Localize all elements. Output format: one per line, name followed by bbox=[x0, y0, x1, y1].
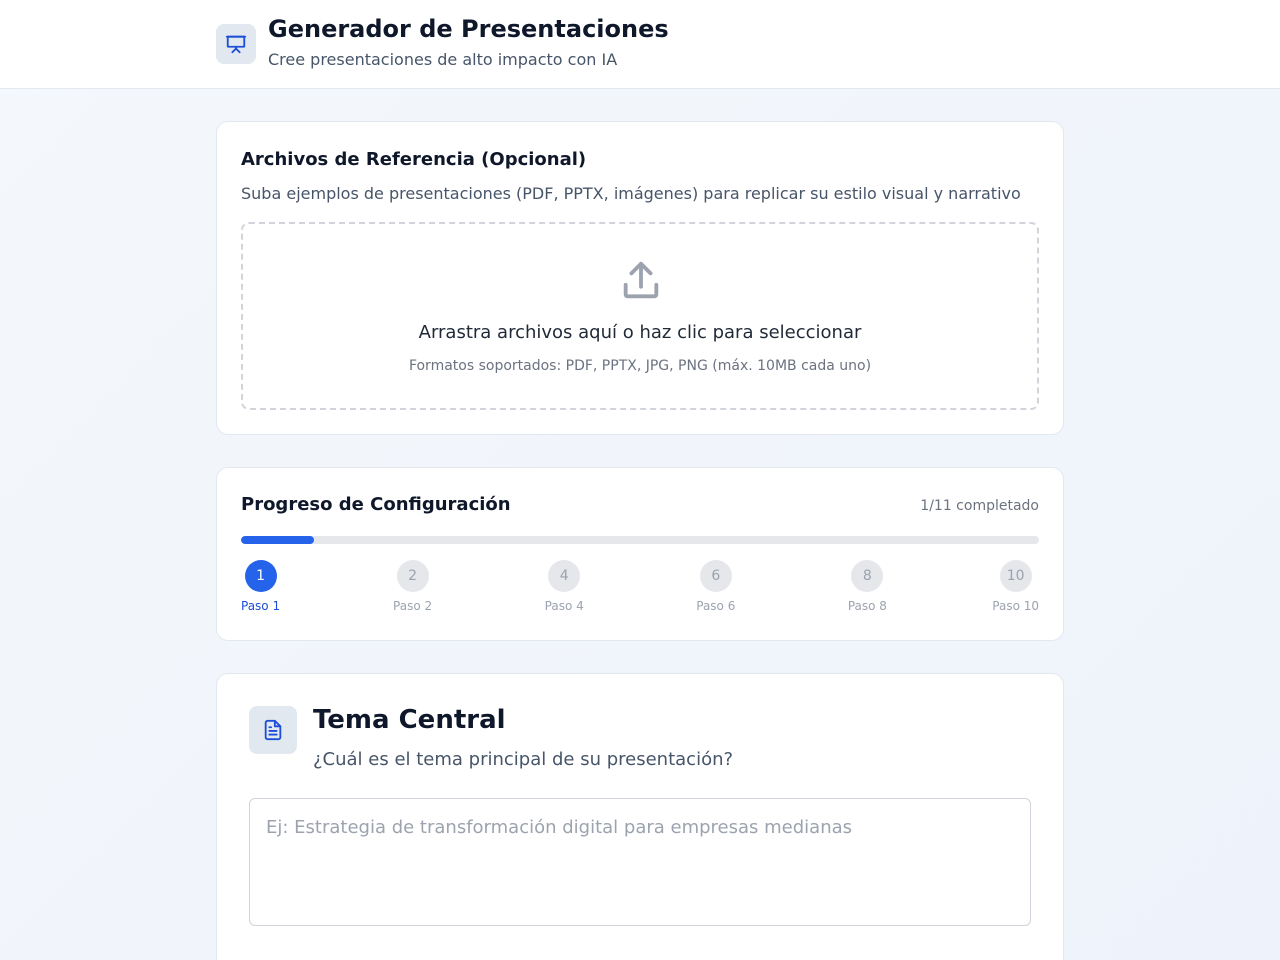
step-label: Paso 1 bbox=[241, 599, 281, 613]
progress-step: 6 Paso 6 bbox=[696, 560, 735, 613]
progress-step: 10 Paso 10 bbox=[992, 560, 1039, 613]
progress-count: 1/11 completado bbox=[920, 498, 1039, 514]
topic-input[interactable] bbox=[249, 798, 1031, 926]
reference-files-title: Archivos de Referencia (Opcional) bbox=[241, 149, 587, 170]
app-header: Generador de Presentaciones Cree present… bbox=[0, 0, 1280, 89]
step-label: Paso 4 bbox=[544, 599, 584, 613]
progress-step: 8 Paso 8 bbox=[848, 560, 887, 613]
progress-step: 1 Paso 1 bbox=[241, 560, 280, 613]
topic-title: Tema Central bbox=[313, 705, 506, 735]
file-dropzone[interactable]: Arrastra archivos aquí o haz clic para s… bbox=[241, 222, 1039, 410]
progress-step: 2 Paso 2 bbox=[393, 560, 432, 613]
page-title: Generador de Presentaciones bbox=[268, 15, 669, 43]
step-number: 4 bbox=[548, 560, 581, 592]
upload-icon bbox=[623, 261, 659, 299]
progress-bar bbox=[241, 536, 1039, 544]
reference-files-card: Archivos de Referencia (Opcional) Suba e… bbox=[216, 121, 1064, 435]
step-number: 10 bbox=[999, 560, 1032, 592]
step-label: Paso 2 bbox=[393, 599, 433, 613]
dropzone-instructions: Arrastra archivos aquí o haz clic para s… bbox=[418, 322, 862, 343]
step-number: 1 bbox=[244, 560, 277, 592]
progress-step: 4 Paso 4 bbox=[545, 560, 584, 613]
topic-card: Tema Central ¿Cuál es el tema principal … bbox=[216, 673, 1064, 960]
topic-question: ¿Cuál es el tema principal de su present… bbox=[313, 749, 734, 770]
progress-title: Progreso de Configuración bbox=[241, 494, 511, 515]
step-number: 8 bbox=[851, 560, 884, 592]
step-label: Paso 8 bbox=[847, 599, 887, 613]
configuration-progress-card: Progreso de Configuración 1/11 completad… bbox=[216, 467, 1064, 641]
step-number: 2 bbox=[396, 560, 429, 592]
dropzone-formats: Formatos soportados: PDF, PPTX, JPG, PNG… bbox=[408, 358, 872, 374]
page-subtitle: Cree presentaciones de alto impacto con … bbox=[268, 50, 618, 69]
progress-bar-fill bbox=[241, 536, 314, 544]
step-label: Paso 6 bbox=[696, 599, 736, 613]
reference-files-description: Suba ejemplos de presentaciones (PDF, PP… bbox=[241, 184, 1021, 203]
presentation-icon bbox=[216, 24, 256, 64]
document-icon bbox=[249, 706, 297, 754]
step-number: 6 bbox=[699, 560, 732, 592]
progress-steps: 1 Paso 1 2 Paso 2 4 Paso 4 6 Paso 6 8 Paso 8 10 Pas… bbox=[241, 560, 1039, 620]
step-label: Paso 10 bbox=[992, 599, 1039, 613]
